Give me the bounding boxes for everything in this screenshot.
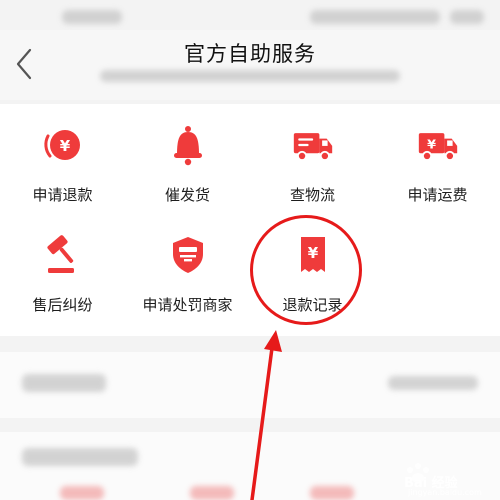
service-label: 售后纠纷: [32, 296, 93, 314]
service-report-merchant[interactable]: 申请处罚商家: [125, 224, 250, 328]
yen-truck-icon: ¥: [417, 124, 459, 166]
penalty-shield-icon: [167, 234, 209, 276]
status-time-blurred: [62, 10, 122, 24]
service-label: 申请退款: [32, 186, 93, 204]
service-grid: ¥ 申请退款 催发货 查物流 ¥ 申请运费 售后纠纷 申请处罚商家 ¥ 退款记录: [0, 104, 500, 336]
subtitle-blurred: [100, 70, 400, 82]
page-header: 官方自助服务: [0, 30, 500, 100]
blurred-heading: [22, 448, 138, 466]
blurred-section-1: [0, 352, 500, 418]
battery-blurred: [450, 10, 484, 24]
blurred-icon: [190, 486, 234, 500]
blurred-heading: [22, 374, 106, 392]
service-track-logistics[interactable]: 查物流: [250, 114, 375, 218]
refund-yen-icon: ¥: [42, 124, 84, 166]
status-icons-blurred: [310, 10, 440, 24]
delivery-truck-icon: [292, 124, 334, 166]
service-label: 申请运费: [407, 186, 468, 204]
svg-text:¥: ¥: [427, 138, 436, 153]
blurred-link: [388, 376, 478, 390]
svg-text:¥: ¥: [60, 137, 71, 155]
service-label: 申请处罚商家: [142, 296, 233, 314]
page-title: 官方自助服务: [184, 42, 316, 66]
watermark-url: jingyan.baidu.com: [408, 488, 482, 497]
service-apply-shipping-fee[interactable]: ¥ 申请运费: [375, 114, 500, 218]
highlight-circle-annotation: [250, 215, 362, 325]
blurred-icon: [60, 486, 104, 500]
gavel-icon: [42, 234, 84, 276]
service-apply-refund[interactable]: ¥ 申请退款: [0, 114, 125, 218]
bell-icon: [167, 124, 209, 166]
service-after-sales-dispute[interactable]: 售后纠纷: [0, 224, 125, 328]
service-label: 查物流: [289, 186, 335, 204]
service-label: 催发货: [164, 186, 210, 204]
service-urge-shipping[interactable]: 催发货: [125, 114, 250, 218]
blurred-icon: [310, 486, 354, 500]
status-bar: [0, 0, 500, 30]
